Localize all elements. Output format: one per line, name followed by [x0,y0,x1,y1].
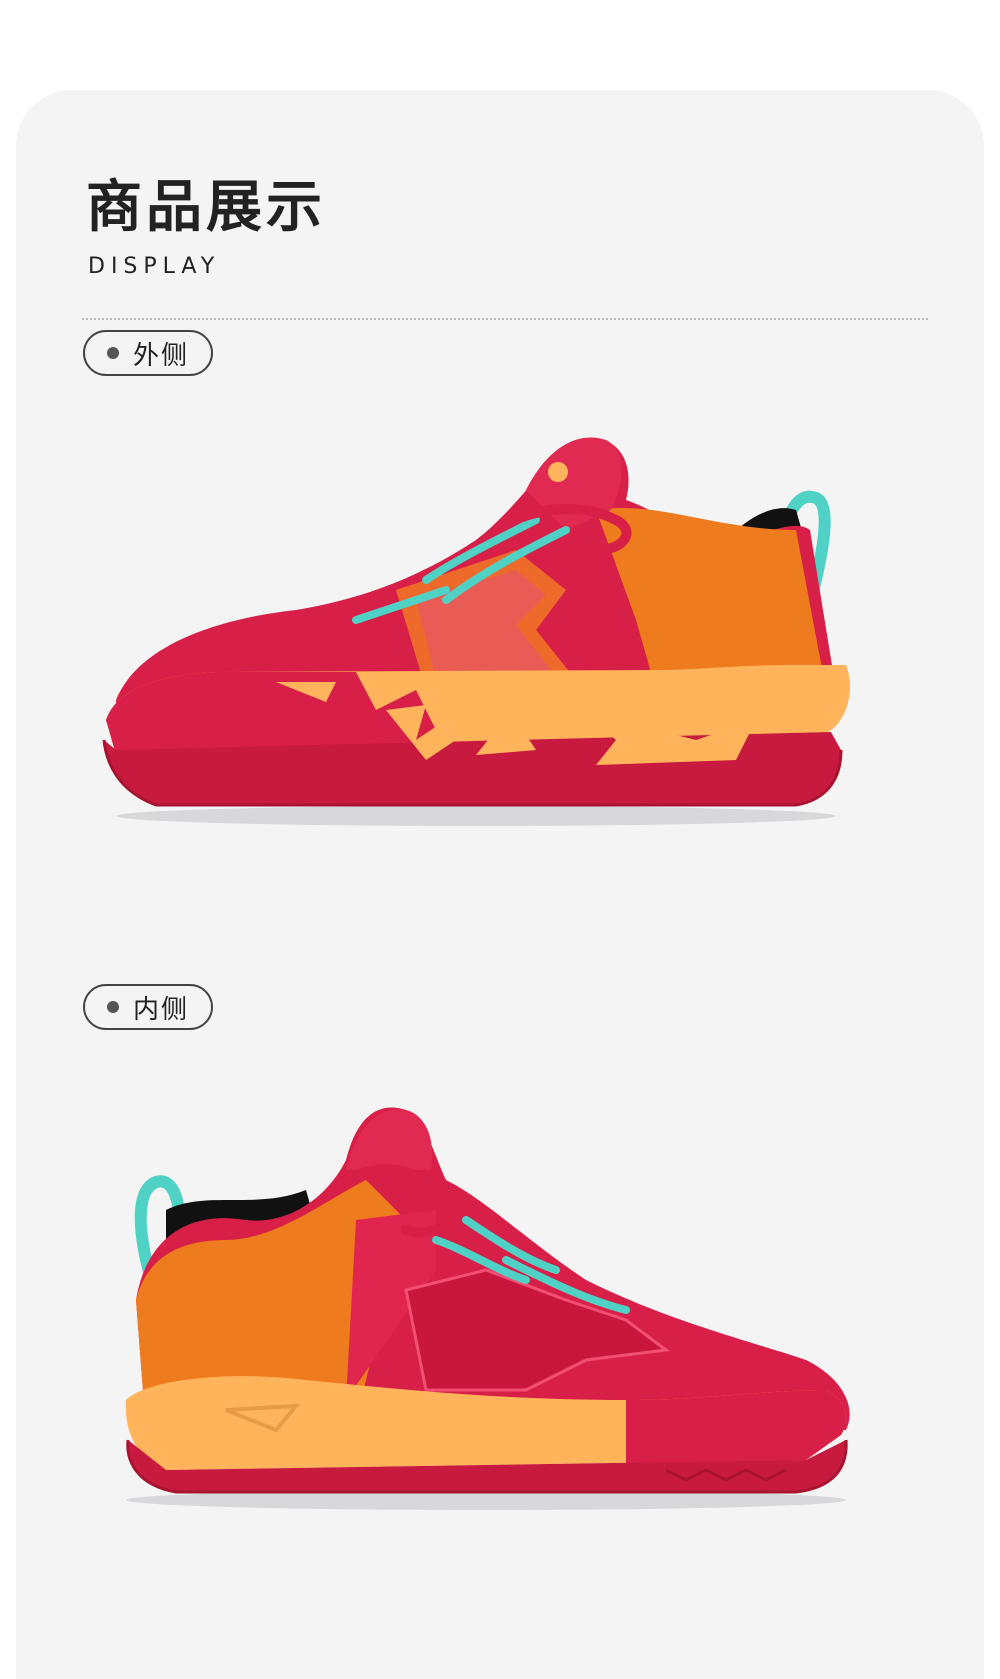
tag-lateral-label: 外侧 [133,340,190,371]
tag-medial-label: 内侧 [133,994,190,1025]
tag-lateral[interactable]: 外侧 [83,330,213,376]
dotted-divider [82,318,928,320]
section-title: 商品展示 [86,175,326,240]
bullet-icon [107,347,119,359]
display-card: 商品展示 DISPLAY 外侧 内侧 [16,90,984,1679]
tag-medial[interactable]: 内侧 [83,984,213,1030]
shoe-image-lateral [102,437,851,826]
shoe-image-medial [125,1107,850,1510]
bullet-icon [107,1001,119,1013]
section-subtitle: DISPLAY [88,254,221,279]
